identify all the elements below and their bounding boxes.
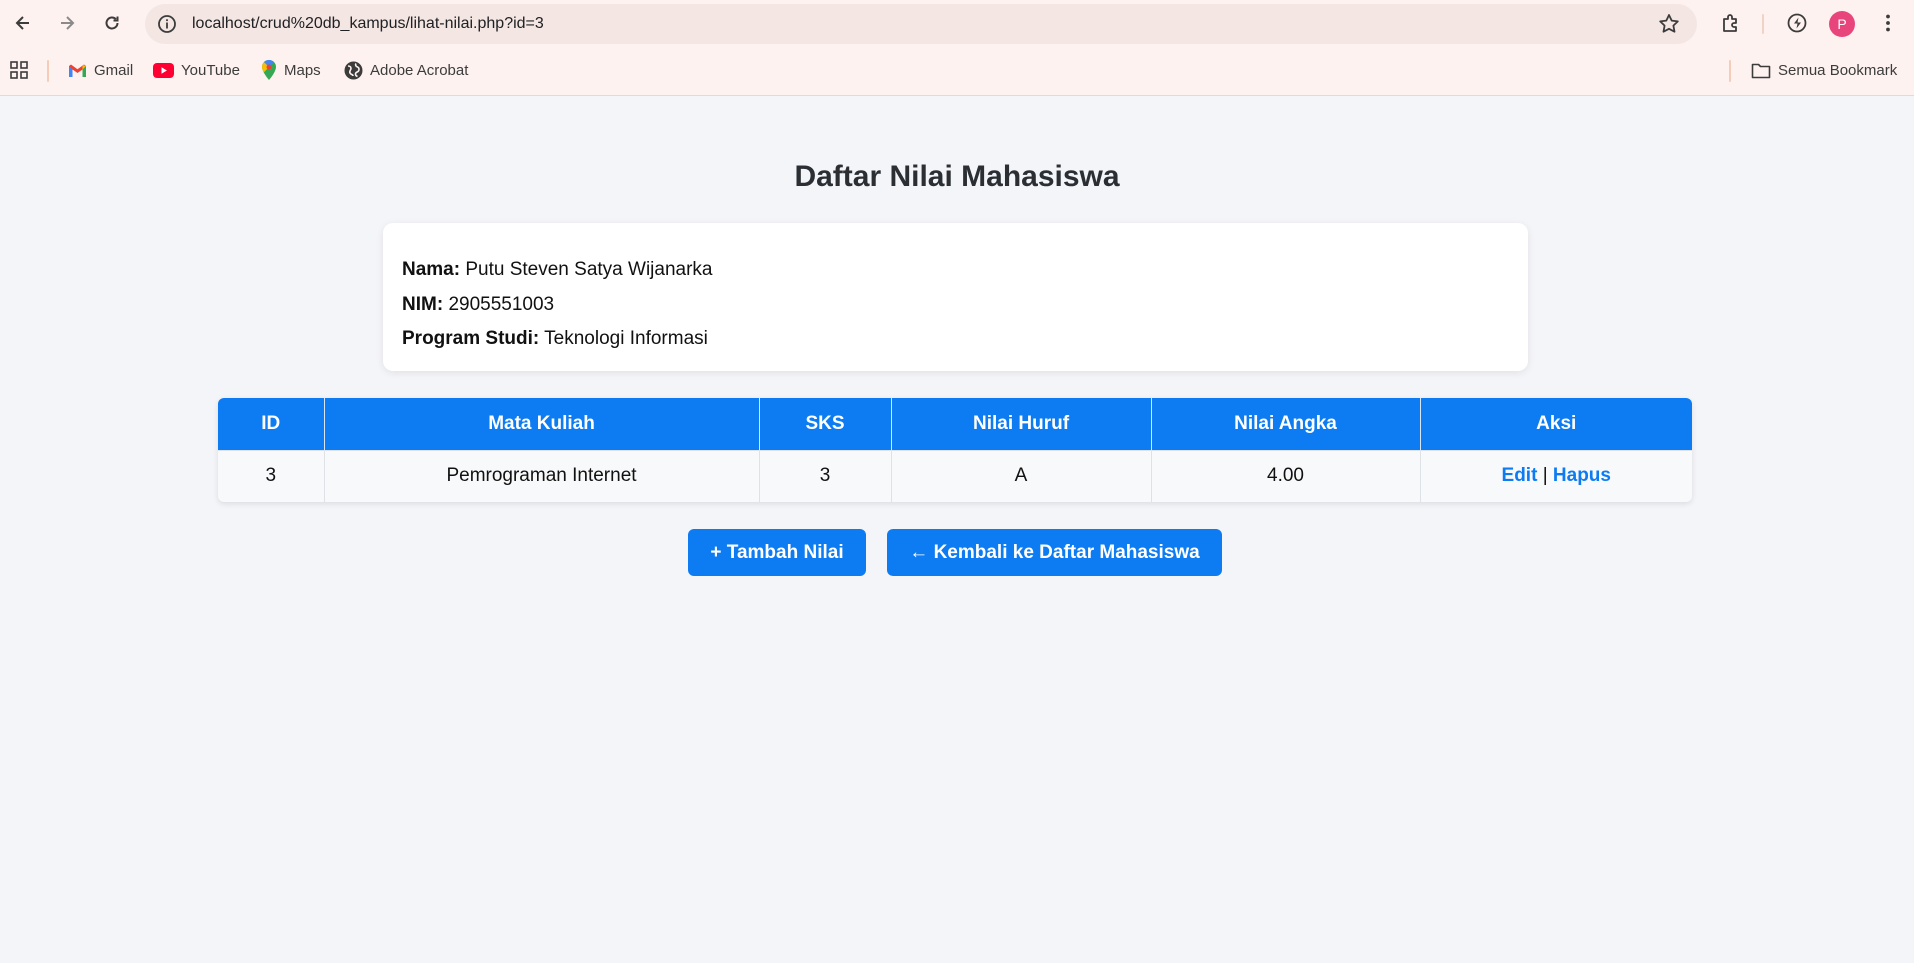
cell-sks: 3	[759, 449, 892, 502]
table-header-row: ID Mata Kuliah SKS Nilai Huruf Nilai Ang…	[218, 398, 1692, 450]
column-header-mata-kuliah: Mata Kuliah	[324, 398, 760, 450]
gmail-icon	[69, 64, 86, 77]
action-separator: |	[1542, 465, 1548, 487]
bookmarks-divider	[1729, 60, 1731, 82]
student-prodi-line: Program Studi: Teknologi Informasi	[402, 322, 1509, 357]
bookmark-maps[interactable]: Maps	[261, 58, 321, 82]
student-prodi: Teknologi Informasi	[544, 328, 708, 349]
bookmarks-divider	[47, 60, 49, 82]
extensions-icon[interactable]	[1718, 10, 1744, 36]
column-header-sks: SKS	[759, 398, 892, 450]
forward-arrow-icon[interactable]	[52, 8, 82, 38]
student-name-line: Nama: Putu Steven Satya Wijanarka	[402, 253, 1509, 288]
bookmark-adobe-acrobat[interactable]: Adobe Acrobat	[344, 58, 468, 82]
table-row: 3 Pemrograman Internet 3 A 4.00 Edit | H…	[218, 449, 1692, 502]
bookmark-star-icon[interactable]	[1657, 12, 1681, 36]
column-header-nilai-angka: Nilai Angka	[1151, 398, 1421, 450]
cell-aksi: Edit | Hapus	[1420, 449, 1692, 502]
student-nim: 2905551003	[448, 293, 555, 315]
add-grade-button[interactable]: + Tambah Nilai	[688, 529, 866, 576]
student-name: Putu Steven Satya Wijanarka	[465, 259, 713, 280]
edit-link[interactable]: Edit	[1502, 465, 1538, 486]
bookmark-gmail[interactable]: Gmail	[68, 58, 133, 82]
reload-icon[interactable]	[97, 8, 127, 38]
cell-nilai-huruf: A	[891, 449, 1152, 502]
globe-icon	[344, 61, 363, 79]
site-info-icon[interactable]	[157, 14, 177, 34]
performance-icon[interactable]	[1784, 10, 1810, 36]
name-label: Nama:	[402, 259, 461, 280]
bookmark-label: Gmail	[94, 61, 134, 79]
column-header-nilai-huruf: Nilai Huruf	[891, 398, 1152, 450]
address-bar[interactable]: localhost/crud%20db_kampus/lihat-nilai.p…	[145, 4, 1697, 44]
folder-icon	[1751, 63, 1771, 78]
bookmark-youtube[interactable]: YouTube	[153, 58, 240, 82]
bookmark-label: Adobe Acrobat	[370, 61, 469, 79]
browser-toolbar: localhost/crud%20db_kampus/lihat-nilai.p…	[0, 0, 1914, 48]
back-arrow-icon[interactable]	[8, 8, 38, 38]
all-bookmarks-folder[interactable]: Semua Bookmark	[1751, 58, 1897, 82]
url-text[interactable]: localhost/crud%20db_kampus/lihat-nilai.p…	[192, 15, 544, 33]
cell-id: 3	[218, 449, 325, 502]
apps-grid-icon[interactable]	[9, 58, 36, 82]
menu-kebab-icon[interactable]	[1875, 10, 1901, 36]
youtube-icon	[153, 62, 174, 78]
delete-link[interactable]: Hapus	[1553, 465, 1611, 486]
nim-label: NIM:	[402, 293, 444, 315]
maps-icon	[262, 60, 276, 80]
page-title: Daftar Nilai Mahasiswa	[794, 160, 1120, 193]
bookmark-label: YouTube	[181, 61, 240, 79]
grades-table: ID Mata Kuliah SKS Nilai Huruf Nilai Ang…	[218, 398, 1692, 502]
toolbar-divider	[1762, 14, 1764, 34]
prodi-label: Program Studi:	[402, 328, 540, 349]
column-header-id: ID	[218, 398, 325, 450]
profile-avatar[interactable]: P	[1829, 11, 1855, 37]
bookmark-label: Maps	[284, 61, 321, 79]
cell-mata-kuliah: Pemrograman Internet	[324, 449, 760, 502]
cell-nilai-angka: 4.00	[1151, 449, 1421, 502]
student-nim-line: NIM: 2905551003	[402, 288, 1509, 323]
back-to-students-button[interactable]: ← Kembali ke Daftar Mahasiswa	[887, 529, 1222, 576]
column-header-aksi: Aksi	[1420, 398, 1692, 450]
all-bookmarks-label: Semua Bookmark	[1778, 61, 1898, 79]
student-info-card: Nama: Putu Steven Satya Wijanarka NIM: 2…	[383, 223, 1528, 371]
